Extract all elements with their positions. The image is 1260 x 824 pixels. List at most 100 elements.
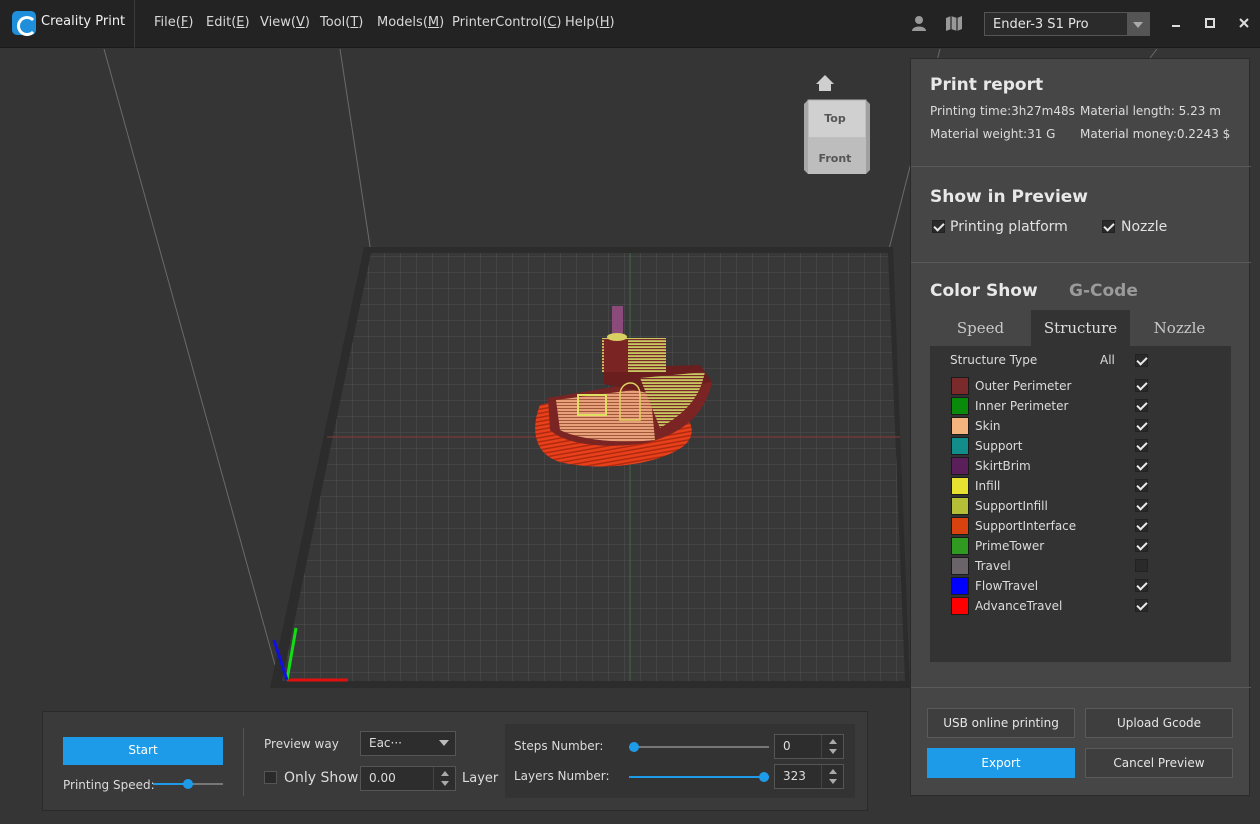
only-show-input[interactable]: 0.00	[360, 766, 456, 791]
user-icon[interactable]	[910, 14, 928, 32]
printing-speed-label: Printing Speed:	[63, 778, 155, 792]
cancel-preview-button[interactable]: Cancel Preview	[1085, 748, 1233, 778]
maximize-icon[interactable]	[1203, 16, 1217, 30]
tab-nozzle[interactable]: Nozzle	[1130, 310, 1229, 346]
color-swatch	[951, 577, 969, 595]
steps-layers-box: Steps Number: 0 Layers Number: 323	[505, 724, 855, 798]
slider-handle[interactable]	[629, 742, 639, 752]
upload-gcode-button[interactable]: Upload Gcode	[1085, 708, 1233, 738]
only-show-checkbox[interactable]	[264, 771, 277, 784]
layers-number-input[interactable]: 323	[774, 764, 844, 789]
start-button[interactable]: Start	[63, 737, 223, 765]
color-swatch	[951, 477, 969, 495]
menu-help[interactable]: Help(H)	[565, 15, 615, 30]
structure-item-label: SkirtBrim	[975, 459, 1031, 473]
usb-online-printing-button[interactable]: USB online printing	[927, 708, 1075, 738]
color-swatch	[951, 377, 969, 395]
spinner-arrows[interactable]	[821, 735, 843, 758]
divider	[243, 728, 244, 796]
menu-printercontrol[interactable]: PrinterControl(C)	[452, 15, 561, 30]
map-icon[interactable]	[945, 14, 963, 32]
preview-way-value: Eac···	[369, 736, 402, 750]
structure-item-label: Travel	[975, 559, 1011, 573]
home-icon[interactable]	[816, 75, 834, 91]
view-cube-front-label[interactable]: Front	[819, 152, 852, 165]
material-weight: Material weight:31 G	[930, 127, 1056, 141]
structure-item-checkbox[interactable]	[1135, 579, 1148, 592]
printing-speed-slider[interactable]	[153, 778, 223, 790]
menu-view[interactable]: View(V)	[260, 15, 310, 30]
structure-item-label: Skin	[975, 419, 1001, 433]
structure-item-checkbox[interactable]	[1135, 379, 1148, 392]
app-window: Creality Print File(F) Edit(E) View(V) T…	[0, 0, 1260, 824]
divider	[911, 262, 1251, 263]
only-show-value: 0.00	[369, 771, 396, 785]
color-swatch	[951, 517, 969, 535]
structure-type-header: Structure Type	[950, 353, 1038, 367]
steps-slider[interactable]	[629, 741, 769, 753]
tab-speed[interactable]: Speed	[931, 310, 1030, 346]
structure-item-label: Support	[975, 439, 1023, 453]
slider-handle[interactable]	[183, 779, 193, 789]
structure-item-label: SupportInfill	[975, 499, 1048, 513]
gcode-subtitle: G-Code	[1069, 281, 1138, 301]
structure-item-checkbox[interactable]	[1135, 399, 1148, 412]
spinner-arrows[interactable]	[433, 767, 455, 790]
layers-number-value: 323	[783, 769, 806, 783]
show-in-preview-title: Show in Preview	[930, 187, 1089, 207]
structure-item-checkbox[interactable]	[1135, 559, 1148, 572]
export-button[interactable]: Export	[927, 748, 1075, 778]
structure-item-label: PrimeTower	[975, 539, 1045, 553]
app-title: Creality Print	[41, 14, 126, 29]
structure-item-checkbox[interactable]	[1135, 599, 1148, 612]
color-swatch	[951, 537, 969, 555]
tab-structure[interactable]: Structure	[1031, 310, 1130, 346]
title-separator	[134, 0, 135, 48]
menu-edit[interactable]: Edit(E)	[206, 15, 250, 30]
all-label: All	[1100, 353, 1115, 367]
printer-select[interactable]: Ender-3 S1 Pro	[984, 12, 1150, 36]
menu-file[interactable]: File(F)	[154, 15, 193, 30]
nozzle-label[interactable]: Nozzle	[1121, 219, 1167, 235]
divider	[911, 687, 1251, 688]
menu-models[interactable]: Models(M)	[377, 15, 444, 30]
spinner-arrows[interactable]	[821, 765, 843, 788]
printing-platform-label[interactable]: Printing platform	[950, 219, 1068, 235]
material-money: Material money:0.2243 $	[1080, 127, 1231, 141]
steps-number-input[interactable]: 0	[774, 734, 844, 759]
view-cube-top-label[interactable]: Top	[824, 112, 846, 125]
structure-item-label: AdvanceTravel	[975, 599, 1063, 613]
structure-item-checkbox[interactable]	[1135, 479, 1148, 492]
menu-tool[interactable]: Tool(T)	[320, 15, 363, 30]
chevron-down-icon	[433, 732, 455, 755]
structure-item-checkbox[interactable]	[1135, 539, 1148, 552]
color-swatch	[951, 417, 969, 435]
steps-number-value: 0	[783, 739, 791, 753]
structure-item-checkbox[interactable]	[1135, 459, 1148, 472]
layers-slider[interactable]	[629, 771, 769, 783]
preview-control-panel: Start Printing Speed: Preview way Eac···…	[42, 711, 868, 811]
print-bed	[270, 247, 910, 688]
close-icon[interactable]	[1237, 16, 1251, 30]
creality-logo-icon	[12, 11, 37, 36]
printing-platform-checkbox[interactable]	[932, 220, 945, 233]
slider-handle[interactable]	[759, 772, 769, 782]
color-show-title: Color Show	[930, 281, 1038, 301]
structure-item-checkbox[interactable]	[1135, 499, 1148, 512]
material-length: Material length: 5.23 m	[1080, 104, 1221, 118]
print-report-title: Print report	[930, 75, 1044, 95]
structure-item-checkbox[interactable]	[1135, 439, 1148, 452]
color-swatch	[951, 457, 969, 475]
structure-item-checkbox[interactable]	[1135, 519, 1148, 532]
divider	[911, 166, 1251, 167]
preview-way-select[interactable]: Eac···	[360, 731, 456, 756]
minimize-icon[interactable]	[1169, 16, 1183, 30]
printer-select-value: Ender-3 S1 Pro	[993, 17, 1089, 32]
preview-way-label: Preview way	[264, 737, 339, 751]
view-cube[interactable]: Top Front	[804, 75, 870, 174]
structure-item-label: FlowTravel	[975, 579, 1039, 593]
structure-item-checkbox[interactable]	[1135, 419, 1148, 432]
all-checkbox[interactable]	[1135, 354, 1148, 367]
layers-number-label: Layers Number:	[514, 769, 610, 783]
nozzle-checkbox[interactable]	[1102, 220, 1115, 233]
